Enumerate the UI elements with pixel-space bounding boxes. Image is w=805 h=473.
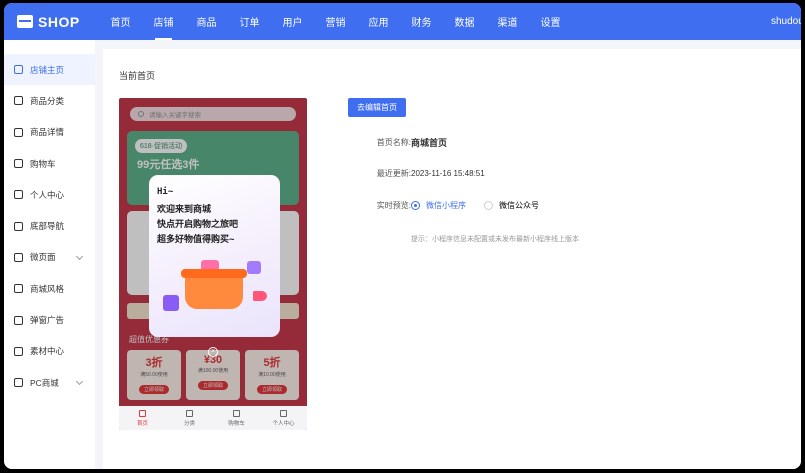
popup-line: 快点开启购物之旅吧 <box>157 220 239 230</box>
radio-indicator <box>411 201 420 210</box>
nav-users[interactable]: 用户 <box>271 3 314 40</box>
sidebar-item-categories[interactable]: 商品分类 <box>4 85 95 116</box>
user-menu[interactable]: shudou <box>771 3 801 40</box>
cart-icon <box>14 159 23 169</box>
hint-text: 提示：小程序信息未配置或未发布最新小程序线上版本 <box>411 236 579 243</box>
sidebar-item-store-home[interactable]: 店铺主页 <box>4 54 95 86</box>
sidebar-item-popup-ads[interactable]: 弹窗广告 <box>4 304 95 335</box>
megaphone-icon <box>253 291 267 301</box>
tab-label: 首页 <box>136 420 148 427</box>
sidebar-item-label: 底部导航 <box>30 221 65 232</box>
monitor-icon <box>14 378 23 388</box>
palette-icon <box>14 284 23 294</box>
main-nav: 首页 店铺 商品 订单 用户 营销 应用 财务 数据 渠道 设置 <box>99 3 572 40</box>
sidebar-item-profile[interactable]: 个人中心 <box>4 179 95 210</box>
preview-tab-category: 分类 <box>166 406 213 430</box>
sidebar-item-cart[interactable]: 购物车 <box>4 148 95 179</box>
main-panel: 当前首页 请输入关键字搜索 618·促销活动 99元任选3件 超值优惠券 3折 … <box>103 49 801 469</box>
popup-close-icon: × <box>208 347 218 357</box>
sidebar-item-label: 商品详情 <box>30 127 65 138</box>
sidebar-item-store-style[interactable]: 商城风格 <box>4 273 95 304</box>
radio-wechat-miniprogram[interactable]: 微信小程序 <box>411 200 466 211</box>
sidebar-item-label: PC商城 <box>30 377 59 388</box>
chevron-down-icon <box>75 377 84 386</box>
nav-data[interactable]: 数据 <box>443 3 486 40</box>
sidebar-item-label: 商品分类 <box>30 95 65 106</box>
preview-tab-home: 首页 <box>119 406 166 430</box>
page-icon <box>14 252 23 262</box>
popup-icon <box>14 315 23 325</box>
grid-icon <box>186 409 193 417</box>
sidebar-item-micro-page[interactable]: 微页面 <box>4 242 95 273</box>
top-navigation-bar: SHOP 首页 店铺 商品 订单 用户 营销 应用 财务 数据 渠道 设置 sh… <box>4 3 801 40</box>
sidebar-item-label: 店铺主页 <box>30 64 65 75</box>
sidebar-item-label: 微页面 <box>30 252 56 263</box>
updated-label: 最近更新: <box>376 169 411 178</box>
home-name-value: 商城首页 <box>411 138 448 148</box>
nav-marketing[interactable]: 营销 <box>314 3 357 40</box>
nav-finance[interactable]: 财务 <box>400 3 443 40</box>
preview-tab-bar: 首页 分类 购物车 个人中心 <box>119 406 307 430</box>
gift-box-icon <box>163 295 179 311</box>
category-icon <box>14 96 23 106</box>
sidebar-item-label: 个人中心 <box>30 189 65 200</box>
shop-icon <box>17 15 33 28</box>
preview-mode-label: 实时预览: <box>376 201 411 210</box>
nav-settings[interactable]: 设置 <box>529 3 572 40</box>
popup-line: Hi~ <box>157 187 174 197</box>
welcome-popup: Hi~ 欢迎来到商城 快点开启购物之旅吧 超多好物值得购买~ <box>149 175 280 337</box>
sidebar-item-label: 弹窗广告 <box>30 315 65 326</box>
image-icon <box>14 346 23 356</box>
nav-apps[interactable]: 应用 <box>357 3 400 40</box>
radio-label: 微信小程序 <box>426 201 466 210</box>
sidebar-item-bottom-nav[interactable]: 底部导航 <box>4 210 95 241</box>
sidebar-item-pc-store[interactable]: PC商城 <box>4 367 95 398</box>
home-icon <box>139 409 146 417</box>
logo-text: SHOP <box>38 13 80 30</box>
nav-store[interactable]: 店铺 <box>142 3 185 40</box>
phone-preview: 请输入关键字搜索 618·促销活动 99元任选3件 超值优惠券 3折 满50.0… <box>119 98 307 430</box>
app-window: SHOP 首页 店铺 商品 订单 用户 营销 应用 财务 数据 渠道 设置 sh… <box>4 3 801 469</box>
popup-line: 超多好物值得购买~ <box>157 235 235 245</box>
user-icon <box>280 409 287 417</box>
popup-line: 欢迎来到商城 <box>157 205 212 215</box>
sidebar-item-label: 商城风格 <box>30 283 65 294</box>
nav-orders[interactable]: 订单 <box>228 3 271 40</box>
tab-label: 购物车 <box>228 420 245 427</box>
radio-label: 微信公众号 <box>499 201 539 210</box>
user-icon <box>14 190 23 200</box>
home-name-label: 首页名称: <box>376 138 411 147</box>
sidebar-item-label: 购物车 <box>30 158 56 169</box>
nav-products[interactable]: 商品 <box>185 3 228 40</box>
gift-box-icon <box>247 261 261 274</box>
sidebar: 店铺主页 商品分类 商品详情 购物车 个人中心 底部导航 微页面 商城风格 弹窗… <box>4 40 95 469</box>
nav-home[interactable]: 首页 <box>99 3 142 40</box>
radio-wechat-official-account[interactable]: 微信公众号 <box>484 200 539 211</box>
preview-mode-row: 实时预览: 微信小程序 微信公众号 <box>348 200 557 211</box>
preview-tab-profile: 个人中心 <box>260 406 307 430</box>
updated-row: 最近更新: 2023-11-16 15:48:51 <box>348 168 485 179</box>
logo[interactable]: SHOP <box>4 14 99 30</box>
detail-icon <box>14 127 23 137</box>
cart-icon <box>233 409 240 417</box>
page-title: 当前首页 <box>119 71 156 81</box>
sidebar-item-label: 素材中心 <box>30 346 65 357</box>
chevron-down-icon <box>75 252 84 260</box>
send-icon <box>14 221 23 231</box>
home-icon <box>14 65 23 75</box>
sidebar-item-assets[interactable]: 素材中心 <box>4 336 95 367</box>
tab-label: 分类 <box>183 420 195 427</box>
home-name-row: 首页名称: 商城首页 <box>348 136 447 149</box>
preview-tab-cart: 购物车 <box>213 406 260 430</box>
shopping-basket-icon <box>181 269 247 309</box>
nav-channels[interactable]: 渠道 <box>486 3 529 40</box>
radio-indicator <box>484 201 493 210</box>
edit-home-button[interactable]: 去编辑首页 <box>348 98 406 117</box>
updated-value: 2023-11-16 15:48:51 <box>411 169 485 178</box>
sidebar-item-product-detail[interactable]: 商品详情 <box>4 117 95 148</box>
tab-label: 个人中心 <box>272 420 295 427</box>
